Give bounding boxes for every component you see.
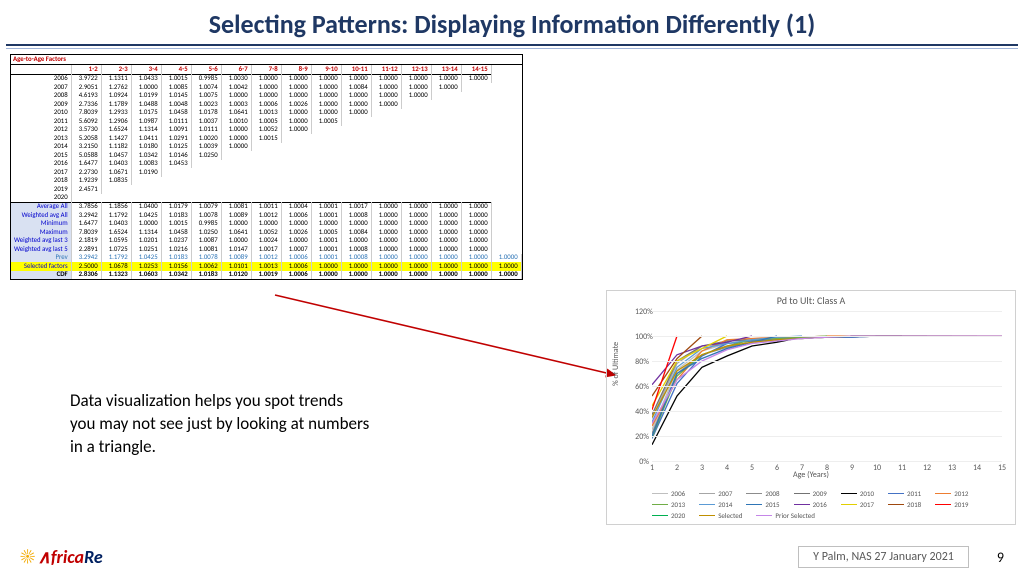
- col-header: 12-13: [401, 65, 431, 74]
- chart-ylabel: % of Ultimate: [611, 342, 621, 386]
- legend-item: 2008: [746, 489, 779, 498]
- col-header: 3-4: [131, 65, 161, 74]
- summary-row: CDF2.83061.13231.06031.03421.01831.01201…: [11, 271, 521, 279]
- arrow-annotation: [270, 290, 630, 390]
- series-line: [652, 336, 902, 445]
- legend-item: 2012: [935, 489, 968, 498]
- legend-item: 2013: [652, 500, 685, 509]
- legend-item: Prior Selected: [756, 511, 815, 520]
- table-row: 2020: [11, 194, 521, 203]
- table-row: 20123.57301.65241.13141.00911.01111.0000…: [11, 126, 521, 134]
- col-header: 1-2: [71, 65, 101, 74]
- legend-item: 2010: [841, 489, 874, 498]
- table-row: 20161.64771.04031.00831.0453: [11, 160, 521, 168]
- col-header: 13-14: [431, 65, 461, 74]
- logo-text-a: ∧frica: [38, 546, 84, 568]
- legend-item: 2019: [935, 500, 968, 509]
- col-header: 8-9: [281, 65, 311, 74]
- legend-item: 2015: [746, 500, 779, 509]
- legend-item: 2018: [888, 500, 921, 509]
- slide-title: Selecting Patterns: Displaying Informati…: [0, 0, 1024, 44]
- series-line: [652, 336, 852, 426]
- col-header: 7-8: [251, 65, 281, 74]
- table-row: 20192.4571: [11, 185, 521, 193]
- chart-pd-to-ult: Pd to Ult: Class A % of Ultimate 0%20%40…: [606, 290, 1016, 525]
- sun-icon: ☀: [20, 545, 35, 569]
- legend-item: Selected: [699, 511, 742, 520]
- title-subrule: [6, 48, 1018, 49]
- col-header: 10-11: [341, 65, 371, 74]
- summary-row: Prev3.29421.17921.04251.01831.00781.0089…: [11, 254, 521, 262]
- col-header: 5-6: [191, 65, 221, 74]
- col-header: 9-10: [311, 65, 341, 74]
- series-line: [652, 336, 977, 419]
- logo: ☀ ∧fricaRe: [20, 545, 103, 569]
- chart-title: Pd to Ult: Class A: [607, 291, 1015, 307]
- title-rule: [6, 44, 1018, 46]
- legend-item: 2014: [699, 500, 732, 509]
- legend-item: 2020: [652, 511, 685, 520]
- logo-text-b: Re: [84, 546, 103, 568]
- footer: ☀ ∧fricaRe Y Palm, NAS 27 January 2021 9: [0, 544, 1024, 570]
- table-caption: Age-to-Age Factors: [11, 55, 522, 65]
- col-header: 11-12: [371, 65, 401, 74]
- table-row: 20143.21501.11821.01801.01251.00391.0000: [11, 143, 521, 151]
- col-header: 6-7: [221, 65, 251, 74]
- table-row: 20107.80391.29331.01751.04581.01781.0641…: [11, 109, 521, 117]
- col-header: 4-5: [161, 65, 191, 74]
- chart-legend: 2006 2007 2008 2009 2010 2011 2012 2013 2014 2015…: [652, 489, 1005, 520]
- table-row: 20181.92391.0835: [11, 177, 521, 185]
- legend-item: 2007: [699, 489, 732, 498]
- chart-xlabel: Age (Years): [607, 470, 1015, 480]
- body-text: Data visualization helps you spot trends…: [70, 390, 370, 459]
- page-number: 9: [997, 549, 1004, 566]
- series-line: [652, 336, 927, 415]
- col-header: 2-3: [101, 65, 131, 74]
- legend-item: 2011: [888, 489, 921, 498]
- legend-item: 2016: [794, 500, 827, 509]
- footer-caption: Y Palm, NAS 27 January 2021: [798, 546, 969, 568]
- col-header: 14-15: [461, 65, 491, 74]
- legend-item: 2009: [794, 489, 827, 498]
- legend-item: 2017: [841, 500, 874, 509]
- triangle-table: Age-to-Age Factors 1-22-33-44-55-66-77-8…: [10, 54, 523, 280]
- legend-item: 2006: [652, 489, 685, 498]
